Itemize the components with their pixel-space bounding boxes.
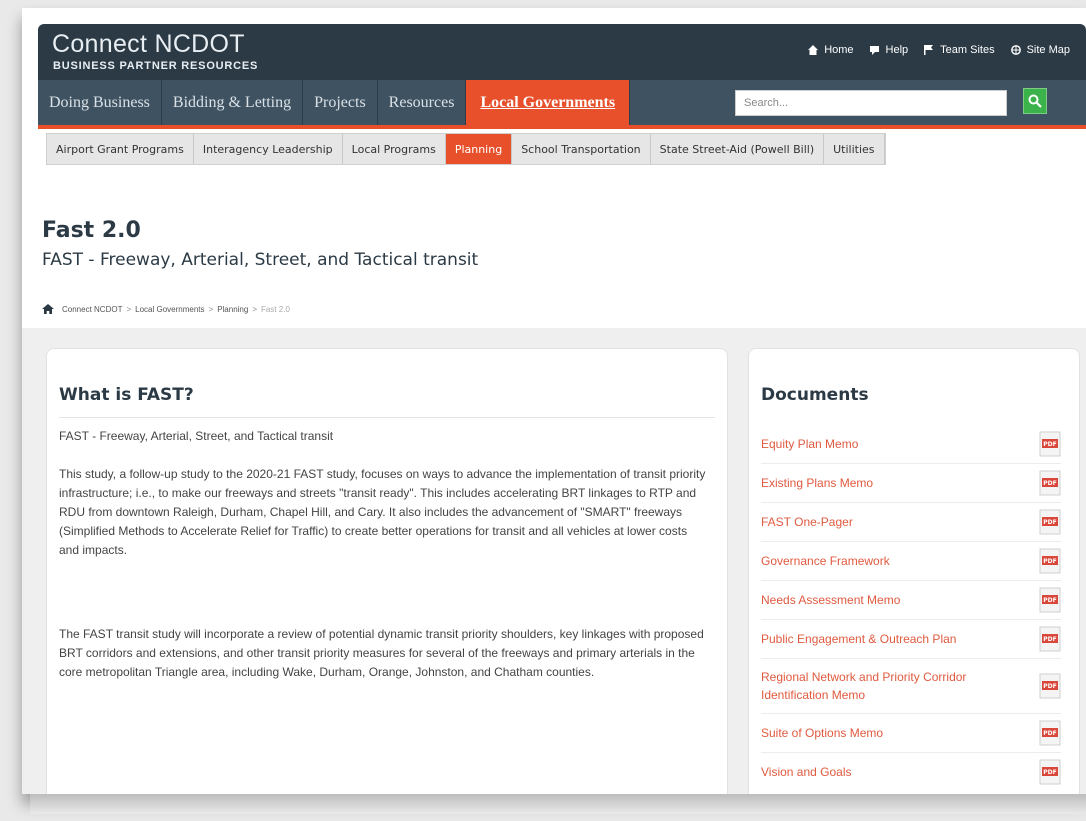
browser-screenshot-frame: Connect NCDOT BUSINESS PARTNER RESOURCES… <box>22 8 1086 794</box>
utility-link-team-sites[interactable]: Team Sites <box>924 44 995 56</box>
svg-text:PDF: PDF <box>1043 769 1056 776</box>
pdf-icon: PDF <box>1039 759 1061 785</box>
section-heading: What is FAST? <box>59 385 194 405</box>
globe-icon <box>1010 45 1021 55</box>
main-nav-items: Doing Business Bidding & Letting Project… <box>38 80 631 125</box>
document-label: Existing Plans Memo <box>761 476 874 490</box>
utility-link-label: Home <box>824 44 854 56</box>
utility-link-site-map[interactable]: Site Map <box>1010 44 1070 56</box>
document-link-needs-assessment-memo[interactable]: Needs Assessment Memo PDF <box>761 581 1061 620</box>
utility-link-label: Team Sites <box>940 44 995 56</box>
breadcrumb-link[interactable]: Connect NCDOT <box>62 305 122 314</box>
nav-item-resources[interactable]: Resources <box>378 80 467 125</box>
documents-list: Equity Plan Memo PDF Existing Plans Memo… <box>761 425 1061 791</box>
document-link-governance-framework[interactable]: Governance Framework PDF <box>761 542 1061 581</box>
site-logo[interactable]: Connect NCDOT <box>52 30 245 59</box>
pdf-icon: PDF <box>1039 720 1061 746</box>
document-label: FAST One-Pager <box>761 515 853 529</box>
svg-text:PDF: PDF <box>1043 519 1056 526</box>
document-link-vision-and-goals[interactable]: Vision and Goals PDF <box>761 753 1061 791</box>
page-subtitle: FAST - Freeway, Arterial, Street, and Ta… <box>42 250 479 270</box>
subnav-item-local-programs[interactable]: Local Programs <box>343 134 446 164</box>
search-input[interactable]: Search... <box>735 90 1007 116</box>
utility-nav: Home Help Team Sites Site Map <box>808 44 1086 56</box>
subnav-item-airport-grant-programs[interactable]: Airport Grant Programs <box>47 134 194 164</box>
divider <box>59 417 715 418</box>
subnav-item-utilities[interactable]: Utilities <box>824 134 885 164</box>
utility-link-label: Help <box>885 44 909 56</box>
nav-item-local-governments[interactable]: Local Governments <box>466 80 631 125</box>
search-button[interactable] <box>1023 88 1047 114</box>
study-paragraph: This study, a follow-up study to the 202… <box>59 467 706 557</box>
document-label: Needs Assessment Memo <box>761 593 901 607</box>
pdf-icon: PDF <box>1039 548 1061 574</box>
breadcrumb-link[interactable]: Planning <box>217 305 248 314</box>
help-icon <box>869 46 879 55</box>
svg-text:PDF: PDF <box>1043 636 1056 643</box>
main-nav: Doing Business Bidding & Letting Project… <box>38 80 1086 125</box>
document-label: Suite of Options Memo <box>761 726 884 740</box>
document-label: Public Engagement & Outreach Plan <box>761 632 957 646</box>
subnav-item-state-street-aid[interactable]: State Street-Aid (Powell Bill) <box>651 134 825 164</box>
page-title: Fast 2.0 <box>42 218 141 243</box>
documents-card: Documents Equity Plan Memo PDF Existing … <box>748 348 1080 794</box>
pdf-icon: PDF <box>1039 673 1061 699</box>
home-icon[interactable] <box>42 304 54 314</box>
svg-text:PDF: PDF <box>1043 730 1056 737</box>
svg-text:PDF: PDF <box>1043 480 1056 487</box>
utility-link-label: Site Map <box>1026 44 1070 56</box>
frame-shadow <box>30 794 1086 814</box>
pdf-icon: PDF <box>1039 626 1061 652</box>
subnav-item-school-transportation[interactable]: School Transportation <box>512 134 651 164</box>
transit-study-paragraph: The FAST transit study will incorporate … <box>59 627 704 679</box>
documents-heading: Documents <box>761 385 869 405</box>
pdf-icon: PDF <box>1039 587 1061 613</box>
svg-text:PDF: PDF <box>1043 558 1056 565</box>
svg-text:PDF: PDF <box>1043 683 1056 690</box>
intro-paragraph: FAST - Freeway, Arterial, Street, and Ta… <box>59 429 334 443</box>
utility-link-help[interactable]: Help <box>869 44 909 56</box>
subnav-item-interagency-leadership[interactable]: Interagency Leadership <box>194 134 343 164</box>
search-icon <box>1028 94 1042 108</box>
pdf-icon: PDF <box>1039 470 1061 496</box>
document-link-regional-network-memo[interactable]: Regional Network and Priority Corridor I… <box>761 659 1061 714</box>
sub-nav: Airport Grant Programs Interagency Leade… <box>46 133 886 165</box>
document-label: Vision and Goals <box>761 765 852 779</box>
main-content-card: What is FAST? FAST - Freeway, Arterial, … <box>46 348 728 794</box>
document-label: Regional Network and Priority Corridor I… <box>761 670 967 702</box>
home-icon <box>808 45 819 55</box>
nav-item-projects[interactable]: Projects <box>303 80 378 125</box>
site-logo-tagline: BUSINESS PARTNER RESOURCES <box>53 60 259 72</box>
pdf-icon: PDF <box>1039 509 1061 535</box>
svg-text:PDF: PDF <box>1043 441 1056 448</box>
pdf-icon: PDF <box>1039 431 1061 457</box>
nav-accent-strip <box>38 125 1086 129</box>
subnav-item-planning[interactable]: Planning <box>445 134 513 164</box>
document-link-suite-of-options-memo[interactable]: Suite of Options Memo PDF <box>761 714 1061 753</box>
breadcrumb: Connect NCDOT > Local Governments > Plan… <box>42 304 294 314</box>
breadcrumb-separator: > <box>208 304 214 314</box>
document-link-fast-one-pager[interactable]: FAST One-Pager PDF <box>761 503 1061 542</box>
svg-text:PDF: PDF <box>1043 597 1056 604</box>
document-label: Equity Plan Memo <box>761 437 859 451</box>
breadcrumb-current: Fast 2.0 <box>261 304 290 314</box>
document-link-equity-plan-memo[interactable]: Equity Plan Memo PDF <box>761 425 1061 464</box>
flag-icon <box>924 45 934 55</box>
site-header: Connect NCDOT BUSINESS PARTNER RESOURCES… <box>38 24 1086 80</box>
document-link-public-engagement-plan[interactable]: Public Engagement & Outreach Plan PDF <box>761 620 1061 659</box>
utility-link-home[interactable]: Home <box>808 44 854 56</box>
breadcrumb-link[interactable]: Local Governments <box>135 305 204 314</box>
breadcrumb-separator: > <box>252 304 257 314</box>
document-label: Governance Framework <box>761 554 890 568</box>
nav-item-doing-business[interactable]: Doing Business <box>38 80 162 125</box>
breadcrumb-separator: > <box>126 304 132 314</box>
document-link-existing-plans-memo[interactable]: Existing Plans Memo PDF <box>761 464 1061 503</box>
nav-item-bidding-letting[interactable]: Bidding & Letting <box>162 80 304 125</box>
